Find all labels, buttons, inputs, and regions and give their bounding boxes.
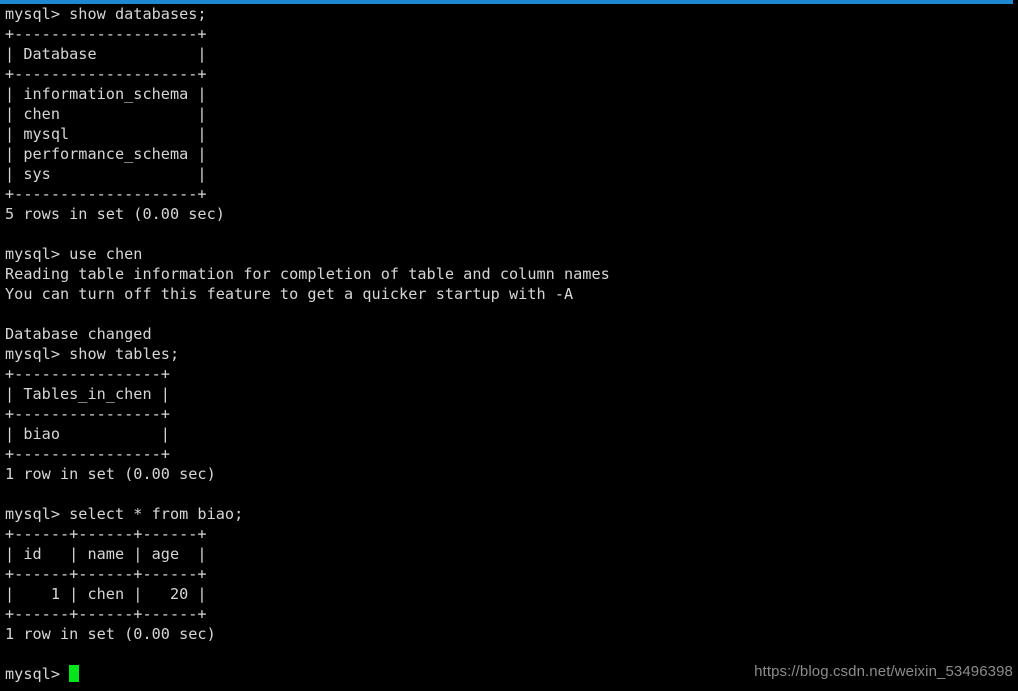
console-line: You can turn off this feature to get a q… bbox=[5, 285, 574, 303]
console-line: mysql> use chen bbox=[5, 245, 143, 263]
console-line: | information_schema | bbox=[5, 85, 207, 103]
console-line: | mysql | bbox=[5, 125, 207, 143]
console-line: 1 row in set (0.00 sec) bbox=[5, 625, 216, 643]
console-line: mysql> select * from biao; bbox=[5, 505, 244, 523]
watermark-url: https://blog.csdn.net/weixin_53496398 bbox=[754, 663, 1013, 680]
console-line: Database changed bbox=[5, 325, 152, 343]
console-line: +--------------------+ bbox=[5, 185, 207, 203]
console-line: mysql> show databases; bbox=[5, 5, 207, 23]
console-output[interactable]: mysql> show databases; +-----------------… bbox=[5, 4, 1018, 691]
console-line: +----------------+ bbox=[5, 405, 170, 423]
console-line: 1 row in set (0.00 sec) bbox=[5, 465, 216, 483]
console-line: +----------------+ bbox=[5, 365, 170, 383]
console-line: | sys | bbox=[5, 165, 207, 183]
console-line: mysql> show tables; bbox=[5, 345, 180, 363]
terminal-window: mysql> show databases; +-----------------… bbox=[0, 0, 1018, 691]
console-line: | chen | bbox=[5, 105, 207, 123]
console-line: | id | name | age | bbox=[5, 545, 207, 563]
console-line: 5 rows in set (0.00 sec) bbox=[5, 205, 225, 223]
block-cursor bbox=[69, 665, 80, 682]
prompt-label: mysql> bbox=[5, 665, 70, 683]
console-line: | Database | bbox=[5, 45, 207, 63]
console-line: +--------------------+ bbox=[5, 25, 207, 43]
console-line: Reading table information for completion… bbox=[5, 265, 610, 283]
console-line: | performance_schema | bbox=[5, 145, 207, 163]
console-line: +--------------------+ bbox=[5, 65, 207, 83]
console-line: | biao | bbox=[5, 425, 170, 443]
console-line: | Tables_in_chen | bbox=[5, 385, 170, 403]
console-line: +------+------+------+ bbox=[5, 605, 207, 623]
console-line: +------+------+------+ bbox=[5, 565, 207, 583]
console-line: +----------------+ bbox=[5, 445, 170, 463]
console-line: | 1 | chen | 20 | bbox=[5, 585, 207, 603]
console-line: +------+------+------+ bbox=[5, 525, 207, 543]
